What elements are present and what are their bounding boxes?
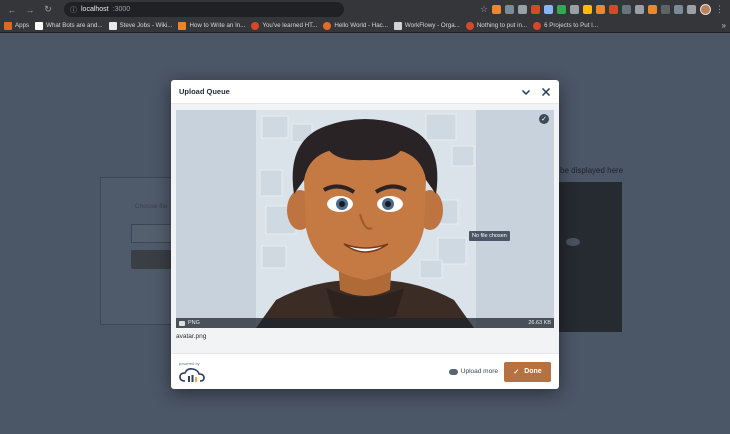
extension-gear-icon[interactable] xyxy=(570,5,579,14)
bookmark-item[interactable]: 6 Projects to Put I... xyxy=(533,21,599,30)
menu-kebab-icon[interactable]: ⋮ xyxy=(715,4,724,15)
checkmark-icon: ✓ xyxy=(513,368,520,376)
check-circle-icon: ✓ xyxy=(539,114,549,124)
hackernoon-icon xyxy=(323,21,332,30)
bookmark-item[interactable]: Hello World - Hac... xyxy=(323,21,388,30)
more-bookmarks-icon[interactable]: » xyxy=(722,21,726,30)
image-type-label: PNG xyxy=(188,320,200,326)
modal-title: Upload Queue xyxy=(179,87,230,96)
extension-bolt-icon[interactable] xyxy=(583,5,592,14)
extension-box-icon[interactable] xyxy=(674,5,683,14)
extension-f-icon[interactable] xyxy=(596,5,605,14)
display-placeholder-text: be displayed here xyxy=(560,166,624,175)
chevron-down-icon[interactable] xyxy=(521,87,531,97)
extension-square-icon[interactable] xyxy=(557,5,566,14)
bookmark-label: WorkFlowy - Orga... xyxy=(404,22,460,29)
extension-bird-icon[interactable] xyxy=(531,5,540,14)
bookmark-label: You've learned HT... xyxy=(262,22,318,29)
profile-avatar-icon[interactable] xyxy=(700,4,711,15)
cloud-upload-icon xyxy=(448,368,458,375)
file-name: avatar.png xyxy=(176,333,207,340)
no-file-tooltip: No file chosen xyxy=(469,231,510,241)
file-size: 26.63 KB xyxy=(528,320,551,326)
address-bar[interactable]: ⓘ localhost:3000 xyxy=(64,2,344,17)
apps-grid-icon xyxy=(4,21,12,30)
upload-more-button[interactable]: Upload more xyxy=(448,368,498,375)
url-host: localhost xyxy=(81,6,109,13)
bookmark-label: 6 Projects to Put I... xyxy=(544,22,599,29)
wikipedia-icon xyxy=(108,21,117,30)
extension-list-icon[interactable] xyxy=(622,5,631,14)
forward-arrow-icon[interactable]: → xyxy=(24,4,36,16)
info-icon: ⓘ xyxy=(70,6,77,14)
extension-grid-icon[interactable] xyxy=(648,5,657,14)
close-icon[interactable] xyxy=(541,87,551,97)
bookmark-item[interactable]: Apps xyxy=(4,21,30,30)
extension-pen-icon[interactable] xyxy=(518,5,527,14)
bookmark-item[interactable]: You've learned HT... xyxy=(251,21,318,30)
freecodecamp-icon xyxy=(533,21,542,30)
cloudinary-logo-icon xyxy=(179,367,205,382)
bookmark-label: Hello World - Hac... xyxy=(334,22,388,29)
extension-g-icon[interactable] xyxy=(635,5,644,14)
image-preview: ✓ No file chosen PNG 26.63 KB xyxy=(176,110,554,328)
extension-m-icon[interactable] xyxy=(492,5,501,14)
freecodecamp-icon xyxy=(251,21,260,30)
bookmark-item[interactable]: How to Write an In... xyxy=(178,21,246,30)
header-buttons xyxy=(521,87,551,97)
bookmark-item[interactable]: WorkFlowy - Orga... xyxy=(393,21,460,30)
background-avatar-eye xyxy=(566,238,580,246)
extension-dot-icon[interactable] xyxy=(609,5,618,14)
bookmark-label: How to Write an In... xyxy=(189,22,246,29)
bookmark-label: Steve Jobs - Wiki... xyxy=(119,22,173,29)
extensions-row: ☆ ⋮ xyxy=(480,4,724,15)
extension-circle-icon[interactable] xyxy=(544,5,553,14)
workflowy-icon xyxy=(393,21,402,30)
image-file-icon xyxy=(179,320,185,326)
modal-footer: powered by Upload more ✓ Done xyxy=(171,353,559,389)
background-avatar-image xyxy=(558,182,622,332)
preview-footer: PNG 26.63 KB xyxy=(176,318,554,328)
reload-icon[interactable]: ↻ xyxy=(42,4,54,16)
choose-file-label: Choose file xyxy=(135,203,168,210)
extension-heart-icon[interactable] xyxy=(687,5,696,14)
extension-b-icon[interactable] xyxy=(661,5,670,14)
url-port: :3000 xyxy=(112,6,131,13)
powered-by-badge[interactable]: powered by xyxy=(179,361,205,383)
bookmark-item[interactable]: Steve Jobs - Wiki... xyxy=(108,21,173,30)
done-label: Done xyxy=(524,368,542,375)
bookmark-item[interactable]: Nothing to put in... xyxy=(465,21,528,30)
bookmark-item[interactable]: What Bots are and... xyxy=(35,21,103,30)
avatar-preview-image xyxy=(176,110,554,328)
upload-queue-modal: Upload Queue ✓ No file chosen PNG 26.63 … xyxy=(171,80,559,389)
back-arrow-icon[interactable]: ← xyxy=(6,4,18,16)
bookmark-label: What Bots are and... xyxy=(46,22,103,29)
extension-vue-icon[interactable] xyxy=(505,5,514,14)
star-icon[interactable]: ☆ xyxy=(480,4,488,15)
bookmark-label: Apps xyxy=(15,22,30,29)
upload-form-card: Choose file xyxy=(100,177,181,325)
powered-by-label: powered by xyxy=(179,360,200,366)
bookmarks-bar: Apps What Bots are and... Steve Jobs - W… xyxy=(0,19,730,33)
bookmark-favicon-icon xyxy=(178,21,187,30)
browser-toolbar: ← → ↻ ⓘ localhost:3000 ☆ ⋮ xyxy=(0,0,730,19)
bookmark-label: Nothing to put in... xyxy=(476,22,528,29)
upload-more-label: Upload more xyxy=(460,368,498,375)
done-button[interactable]: ✓ Done xyxy=(504,361,551,382)
modal-body: ✓ No file chosen PNG 26.63 KB avatar.png xyxy=(171,104,559,353)
modal-header: Upload Queue xyxy=(171,80,559,104)
freecodecamp-icon xyxy=(465,21,474,30)
medium-icon xyxy=(35,21,44,30)
